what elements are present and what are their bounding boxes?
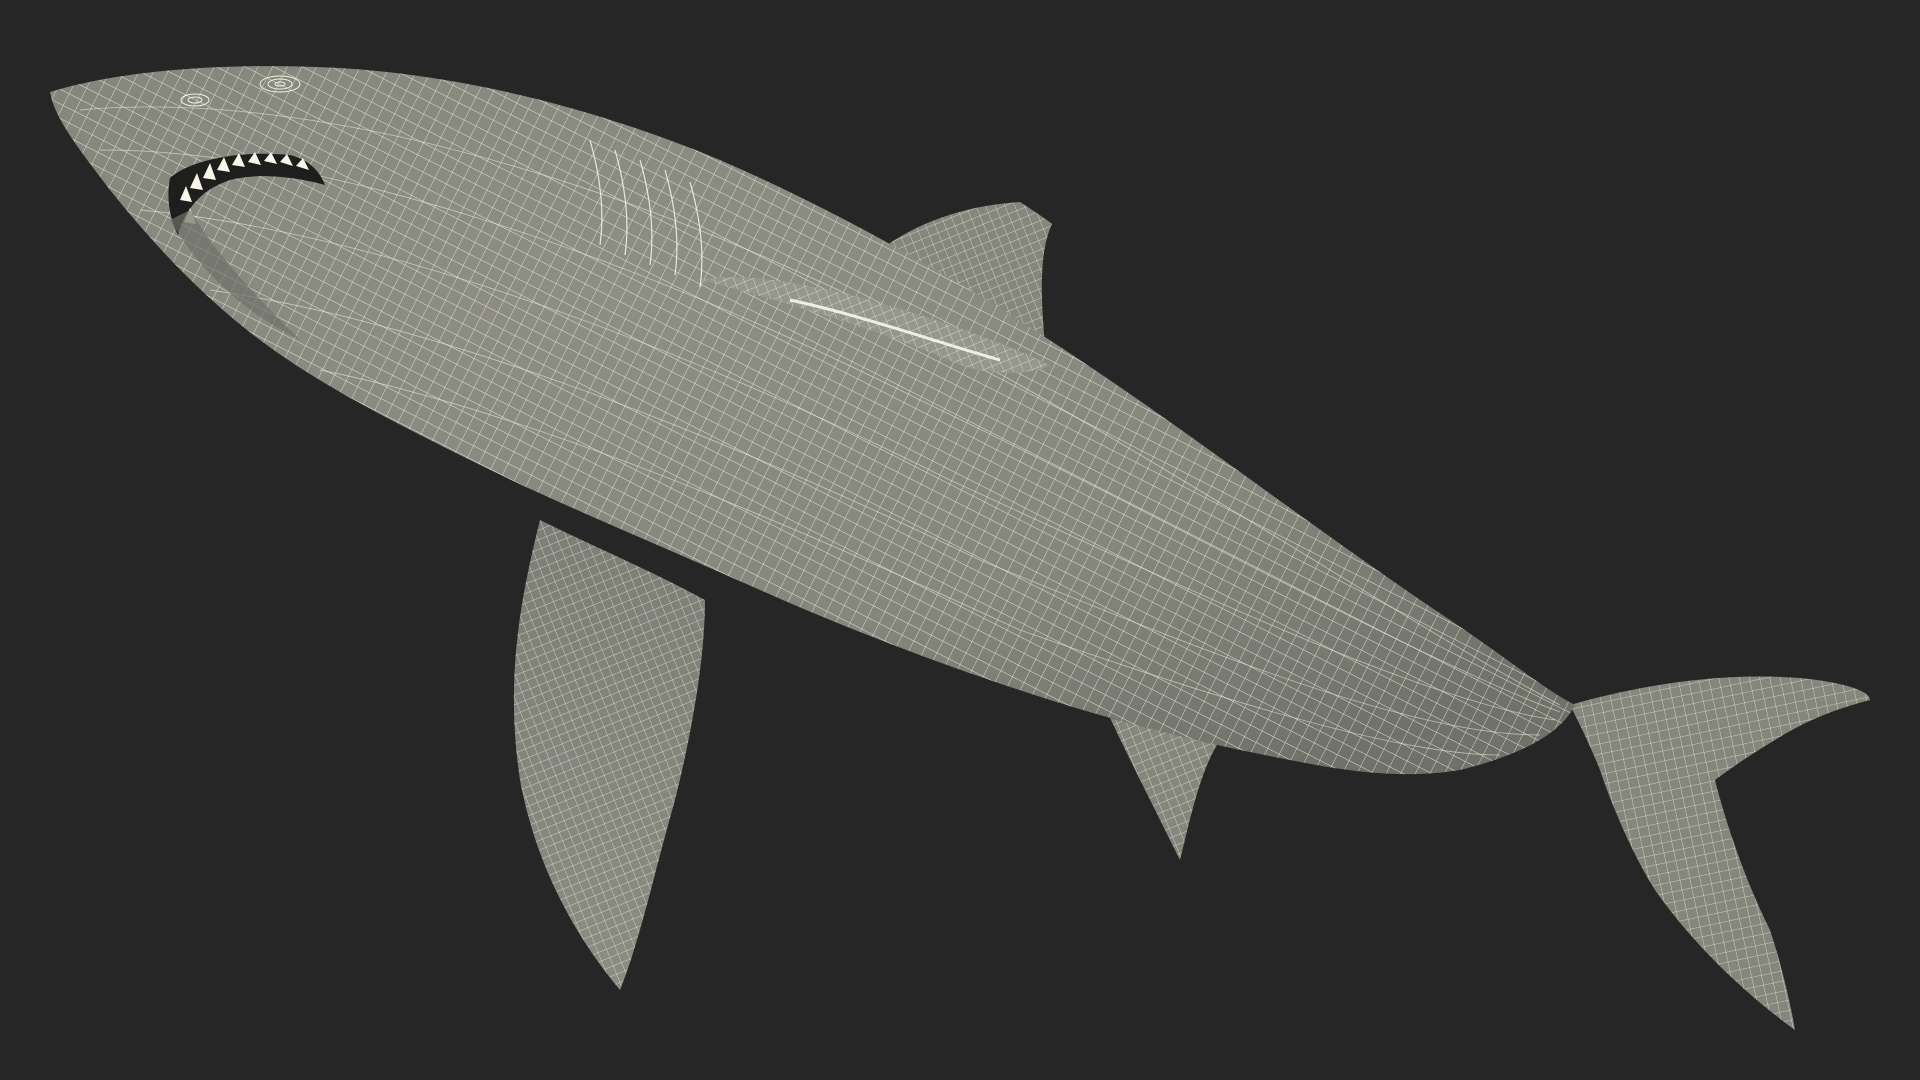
caudal-fin	[1570, 676, 1870, 1030]
shark-wireframe-render	[50, 66, 1870, 1030]
render-viewport	[0, 0, 1920, 1080]
pectoral-fin	[513, 520, 705, 990]
